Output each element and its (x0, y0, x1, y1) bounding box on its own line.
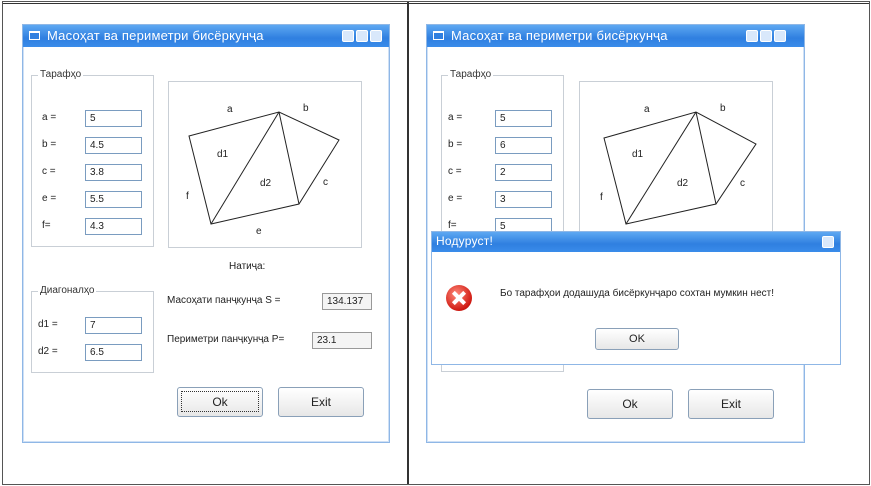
result-heading: Натиҷа: (229, 261, 266, 272)
label-f: f= (42, 220, 51, 231)
diagonals-group: Диагоналҳо d1 = d2 = 7 6.5 (31, 285, 154, 373)
input-e[interactable]: 3 (495, 191, 552, 208)
right-window-titlebar: Масоҳат ва периметри бисёркунҷа (427, 25, 804, 47)
input-a[interactable]: 5 (85, 110, 142, 127)
minimize-button[interactable] (342, 30, 354, 42)
close-button[interactable] (370, 30, 382, 42)
diagram-label-d1: d1 (632, 149, 644, 160)
message-ok-label: OK (629, 333, 645, 345)
maximize-button[interactable] (760, 30, 772, 42)
area-output: 134.137 (322, 293, 372, 310)
diagram-label-f: f (186, 191, 189, 202)
input-b[interactable]: 4.5 (85, 137, 142, 154)
label-b: b = (448, 139, 463, 150)
label-a: a = (448, 112, 463, 123)
input-c[interactable]: 2 (495, 164, 552, 181)
polygon-diagram: a b c d1 d2 f (579, 81, 773, 248)
minimize-button[interactable] (746, 30, 758, 42)
diagonals-group-title: Диагоналҳо (38, 285, 97, 296)
label-d2: d2 = (38, 346, 58, 357)
error-icon (446, 285, 472, 311)
left-window: Масоҳат ва периметри бисёркунҷа Тарафҳо … (22, 24, 390, 443)
label-f: f= (448, 220, 457, 231)
maximize-button[interactable] (356, 30, 368, 42)
diagram-label-c: c (740, 178, 745, 189)
message-box-titlebar: Нодуруст! (432, 232, 840, 252)
diagram-label-c: c (323, 177, 328, 188)
exit-button-label: Exit (720, 397, 741, 411)
ok-button[interactable]: Ok (587, 389, 673, 419)
diagram-label-a: a (227, 104, 233, 115)
diagram-label-b: b (720, 103, 726, 114)
ok-button-label: Ok (622, 397, 638, 411)
pentagon-drawing: a b c d1 d2 f (600, 103, 757, 225)
input-a[interactable]: 5 (495, 110, 552, 127)
polygon-diagram: a b c d1 d2 e f (168, 81, 362, 248)
diagram-label-b: b (303, 103, 309, 114)
exit-button[interactable]: Exit (688, 389, 774, 419)
input-d1[interactable]: 7 (85, 317, 142, 334)
diagram-label-f: f (600, 192, 603, 203)
window-title: Масоҳат ва периметри бисёркунҷа (451, 28, 668, 43)
top-divider (3, 3, 869, 4)
message-box-title: Нодуруст! (436, 234, 493, 248)
error-message-box: Нодуруст! Бо тарафҳои додашуда бисёркунҷ… (431, 231, 841, 365)
sides-group: Тарафҳо a = b = c = e = f= 5 4.5 3.8 5.5… (31, 69, 154, 247)
diagram-label-d1: d1 (217, 149, 229, 160)
message-ok-button[interactable]: OK (595, 328, 679, 350)
close-button[interactable] (774, 30, 786, 42)
area-label: Масоҳати панҷкунҷа S = (167, 295, 281, 306)
diagram-label-a: a (644, 104, 650, 115)
perimeter-output: 23.1 (312, 332, 372, 349)
sides-group-title: Тарафҳо (448, 69, 494, 80)
label-c: c = (42, 166, 56, 177)
app-icon (29, 31, 40, 40)
vertical-divider (407, 2, 409, 484)
input-e[interactable]: 5.5 (85, 191, 142, 208)
label-d1: d1 = (38, 319, 58, 330)
app-icon (433, 31, 444, 40)
label-c: c = (448, 166, 462, 177)
label-e: e = (448, 193, 463, 204)
diagram-label-e: e (256, 226, 262, 237)
pentagon-drawing: a b c d1 d2 e f (186, 103, 340, 237)
diagram-label-d2: d2 (677, 178, 689, 189)
input-d2[interactable]: 6.5 (85, 344, 142, 361)
message-text: Бо тарафҳои додашуда бисёркунҷаро сохтан… (500, 288, 774, 299)
label-b: b = (42, 139, 57, 150)
label-a: a = (42, 112, 57, 123)
input-b[interactable]: 6 (495, 137, 552, 154)
exit-button[interactable]: Exit (278, 387, 364, 417)
input-c[interactable]: 3.8 (85, 164, 142, 181)
input-f[interactable]: 4.3 (85, 218, 142, 235)
left-window-titlebar: Масоҳат ва периметри бисёркунҷа (23, 25, 389, 47)
diagram-label-d2: d2 (260, 178, 272, 189)
window-title: Масоҳат ва периметри бисёркунҷа (47, 28, 264, 43)
perimeter-label: Периметри панҷкунҷа P= (167, 334, 285, 345)
label-e: e = (42, 193, 57, 204)
close-button[interactable] (822, 236, 834, 248)
exit-button-label: Exit (310, 395, 331, 409)
ok-button-label: Ok (181, 391, 259, 412)
ok-button[interactable]: Ok (177, 387, 263, 417)
sides-group-title: Тарафҳо (38, 69, 84, 80)
